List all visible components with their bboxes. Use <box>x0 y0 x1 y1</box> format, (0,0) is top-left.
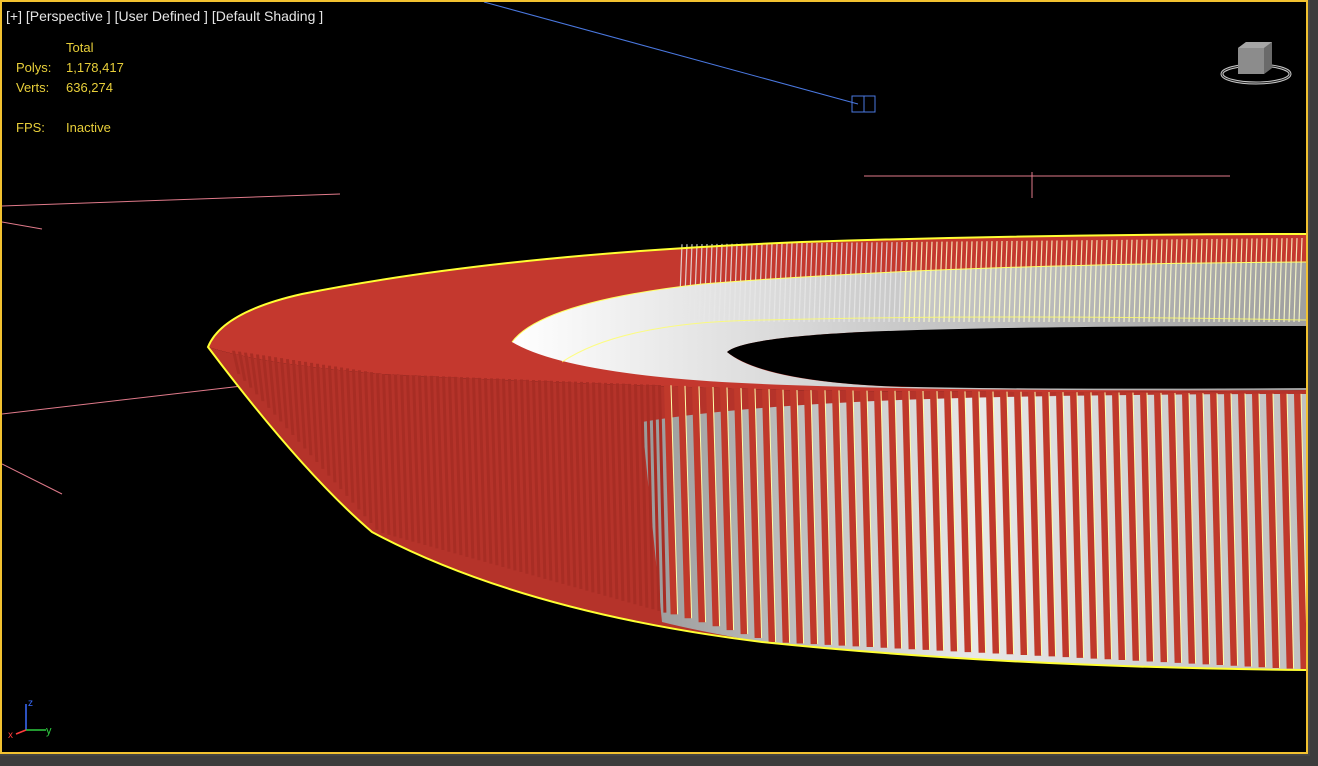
axis-x-label: x <box>8 730 13 740</box>
perspective-viewport[interactable]: [+] [Perspective ] [User Defined ] [Defa… <box>0 0 1308 754</box>
viewport-label: [+] [Perspective ] [User Defined ] [Defa… <box>6 8 323 24</box>
camera-target-icon[interactable] <box>483 2 876 113</box>
viewport-menu-shading[interactable]: [Default Shading ] <box>212 8 323 24</box>
fps-label: FPS: <box>16 120 45 135</box>
viewport-menu-visualstyle[interactable]: [User Defined ] <box>115 8 208 24</box>
viewport-frame-right <box>1310 0 1318 766</box>
polys-value: 1,178,417 <box>66 60 124 75</box>
stats-header: Total <box>66 40 94 55</box>
axis-y-label: y <box>46 725 52 737</box>
fps-value: Inactive <box>66 120 111 135</box>
polys-label: Polys: <box>16 60 52 75</box>
ring-hole <box>727 326 1306 389</box>
verts-value: 636,274 <box>66 80 113 95</box>
verts-label: Verts: <box>16 80 50 95</box>
axis-tripod-icon: z y x <box>8 696 58 741</box>
scene-render <box>2 2 1306 671</box>
axis-z-label: z <box>28 698 33 709</box>
viewport-menu-view[interactable]: [Perspective ] <box>26 8 111 24</box>
viewcube-icon[interactable] <box>1220 42 1294 88</box>
viewport-menu-plus[interactable]: [+] <box>6 8 22 24</box>
viewport-frame-bottom <box>0 756 1318 766</box>
